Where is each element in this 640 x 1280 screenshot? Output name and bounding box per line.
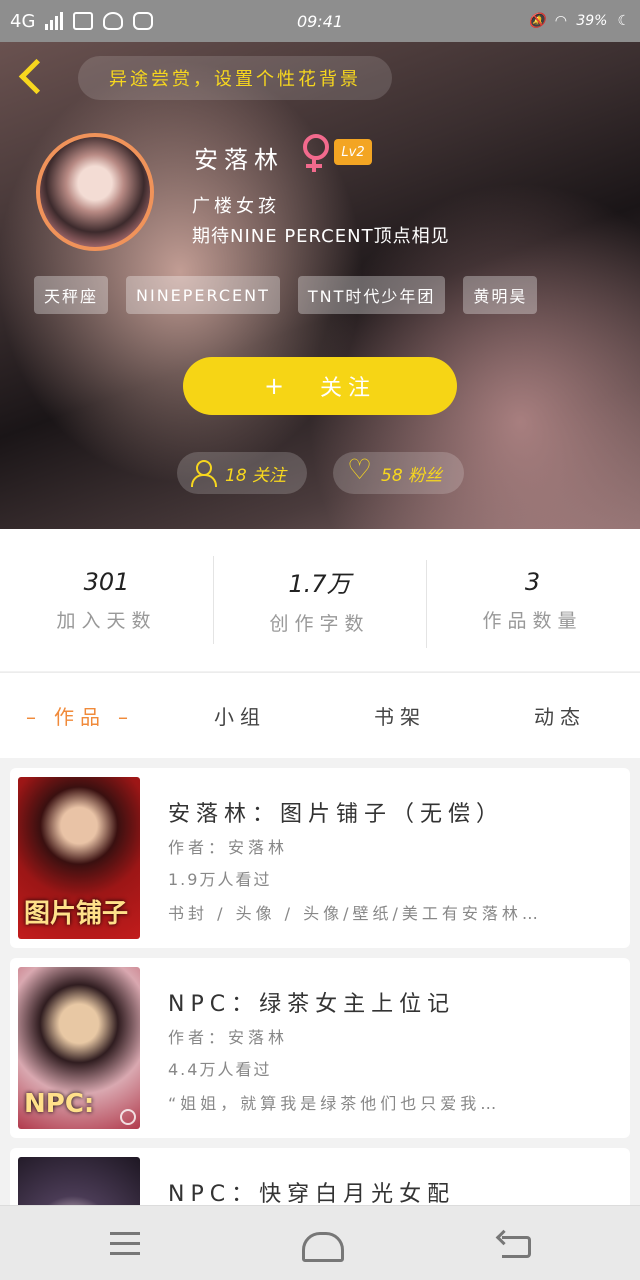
stats-panel: 301 加入天数 1.7万 创作字数 3 作品数量 bbox=[0, 529, 640, 671]
stat-days: 301 加入天数 bbox=[0, 568, 213, 633]
add-person-icon bbox=[191, 460, 217, 487]
background-tip-banner[interactable]: 异途尝赏，设置个性花背景 bbox=[78, 56, 392, 100]
tag[interactable]: TNT时代少年团 bbox=[297, 276, 446, 314]
system-nav-bar bbox=[0, 1205, 640, 1280]
heart-icon bbox=[347, 456, 373, 486]
back-arrow-icon[interactable] bbox=[16, 56, 50, 100]
following-count: 18 关注 bbox=[225, 465, 287, 486]
profile-header: 异途尝赏，设置个性花背景 安落林 Lv2 广楼女孩 期待NINE PERCENT… bbox=[0, 42, 640, 529]
bio-line: 期待NINE PERCENT顶点相见 bbox=[192, 226, 450, 247]
bio-line: 广楼女孩 bbox=[192, 196, 280, 217]
book-cover: NPC: bbox=[18, 967, 140, 1129]
tab-groups[interactable]: 小组 bbox=[160, 701, 320, 730]
plus-icon: + bbox=[263, 372, 291, 400]
menu-icon[interactable] bbox=[106, 1228, 146, 1260]
tab-activity[interactable]: 动态 bbox=[480, 701, 640, 730]
home-icon[interactable] bbox=[298, 1228, 338, 1260]
stat-value: 301 bbox=[83, 567, 130, 596]
fans-button[interactable]: 58 粉丝 bbox=[333, 452, 464, 494]
level-badge: Lv2 bbox=[334, 139, 372, 165]
stat-value: 1.7万 bbox=[288, 570, 351, 598]
work-description: “姐姐，就算我是绿茶他们也只爱我… bbox=[168, 1094, 501, 1113]
list-item[interactable]: 图片铺子 安落林：图片铺子（无偿） 作者：安落林 1.9万人看过 书封 / 头像… bbox=[10, 768, 630, 948]
status-bar: 4G 09:41 🔕 ◠ 39% ☾ bbox=[0, 0, 640, 42]
work-readers: 1.9万人看过 bbox=[168, 870, 272, 889]
book-cover: 图片铺子 bbox=[18, 777, 140, 939]
stat-label: 创作字数 bbox=[269, 613, 370, 635]
cover-title: NPC: bbox=[24, 1089, 95, 1119]
fans-count: 58 粉丝 bbox=[381, 465, 443, 486]
tag-list: 天秤座 NINEPERCENT TNT时代少年团 黄明昊 bbox=[34, 276, 538, 314]
stat-value: 3 bbox=[524, 567, 541, 596]
tab-bar: 作品 小组 书架 动态 bbox=[0, 672, 640, 758]
tag[interactable]: NINEPERCENT bbox=[126, 276, 280, 314]
work-readers: 4.4万人看过 bbox=[168, 1060, 272, 1079]
stat-label: 作品数量 bbox=[482, 609, 583, 632]
tag[interactable]: 黄明昊 bbox=[463, 276, 538, 314]
work-description: 书封 / 头像 / 头像/壁纸/美工有安落林… bbox=[168, 904, 542, 923]
avatar[interactable] bbox=[36, 133, 154, 251]
tab-bookshelf[interactable]: 书架 bbox=[320, 701, 480, 730]
works-list: 图片铺子 安落林：图片铺子（无偿） 作者：安落林 1.9万人看过 书封 / 头像… bbox=[0, 758, 640, 1205]
work-author: 作者：安落林 bbox=[168, 838, 289, 857]
follow-label: 关注 bbox=[320, 376, 377, 401]
clock: 09:41 bbox=[296, 11, 344, 31]
work-title: 安落林：图片铺子（无偿） bbox=[168, 802, 505, 827]
list-item[interactable]: NPC：快穿白月光女配 bbox=[10, 1148, 630, 1205]
tag[interactable]: 天秤座 bbox=[34, 276, 109, 314]
cover-title: 图片铺子 bbox=[24, 899, 129, 929]
stat-label: 加入天数 bbox=[56, 609, 157, 632]
work-title: NPC：绿茶女主上位记 bbox=[168, 992, 456, 1017]
female-icon bbox=[302, 134, 329, 174]
follow-button[interactable]: + 关注 bbox=[183, 357, 457, 415]
work-title: NPC：快穿白月光女配 bbox=[168, 1182, 456, 1205]
following-button[interactable]: 18 关注 bbox=[177, 452, 307, 494]
profile-name: 安落林 bbox=[194, 146, 284, 174]
stat-words: 1.7万 创作字数 bbox=[213, 556, 426, 644]
stat-works: 3 作品数量 bbox=[426, 559, 639, 648]
watermark-icon bbox=[120, 1109, 136, 1125]
back-icon[interactable] bbox=[496, 1228, 536, 1260]
tab-works[interactable]: 作品 bbox=[0, 701, 160, 730]
work-author: 作者：安落林 bbox=[168, 1028, 289, 1047]
book-cover bbox=[18, 1157, 140, 1205]
list-item[interactable]: NPC: NPC：绿茶女主上位记 作者：安落林 4.4万人看过 “姐姐，就算我是… bbox=[10, 958, 630, 1138]
